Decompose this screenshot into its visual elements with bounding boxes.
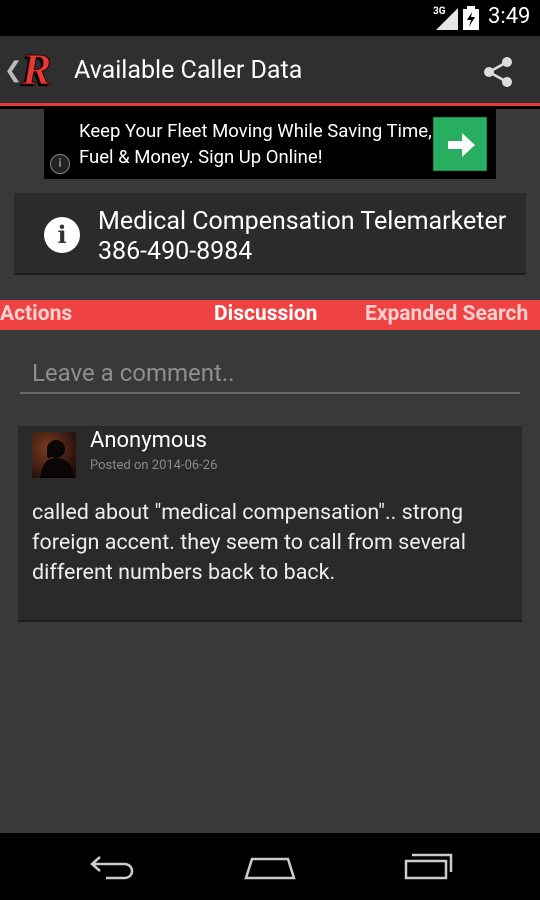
comment-posted: Posted on 2014-06-26 <box>90 458 217 473</box>
app-logo-letter: R <box>21 48 51 92</box>
caller-name: Medical Compensation Telemarketer <box>98 207 507 236</box>
tab-actions[interactable]: Actions <box>0 302 72 326</box>
recents-icon[interactable] <box>403 851 453 881</box>
page-title: Available Caller Data <box>74 56 303 85</box>
comment-author: Anonymous <box>90 428 207 453</box>
info-icon: i <box>44 217 80 253</box>
avatar <box>32 432 76 478</box>
comment-date: 2014-06-26 <box>151 458 218 473</box>
battery-icon <box>463 6 479 30</box>
arrow-right-icon <box>448 133 475 157</box>
comment-body: called about "medical compensation".. st… <box>32 500 466 585</box>
share-icon[interactable] <box>480 54 516 90</box>
action-bar: ❮ R R Available Caller Data <box>0 36 540 106</box>
signal-icon <box>436 8 458 30</box>
ad-info-icon[interactable]: i <box>50 154 70 174</box>
ad-banner[interactable]: Keep Your Fleet Moving While Saving Time… <box>44 109 496 179</box>
ad-cta-button[interactable] <box>433 117 487 171</box>
status-bar: 3G 3:49 <box>0 0 540 36</box>
comment-posted-prefix: Posted on <box>90 458 152 473</box>
tab-expanded-search[interactable]: Expanded Search <box>365 302 528 326</box>
content-area: Keep Your Fleet Moving While Saving Time… <box>0 109 540 833</box>
navigation-bar <box>0 833 540 900</box>
caller-number: 386-490-8984 <box>98 237 253 266</box>
back-icon[interactable] <box>88 851 136 881</box>
tab-strip: Actions Discussion Expanded Search <box>0 300 540 330</box>
tab-discussion[interactable]: Discussion <box>214 302 317 326</box>
comment-input[interactable] <box>20 354 520 394</box>
ad-text[interactable]: Keep Your Fleet Moving While Saving Time… <box>79 118 439 170</box>
caller-info-card: i Medical Compensation Telemarketer 386-… <box>14 193 526 275</box>
clock: 3:49 <box>488 4 531 29</box>
comment-card: Anonymous Posted on 2014-06-26 called ab… <box>18 426 522 622</box>
app-logo[interactable]: R R <box>18 48 64 92</box>
home-icon[interactable] <box>243 851 297 881</box>
